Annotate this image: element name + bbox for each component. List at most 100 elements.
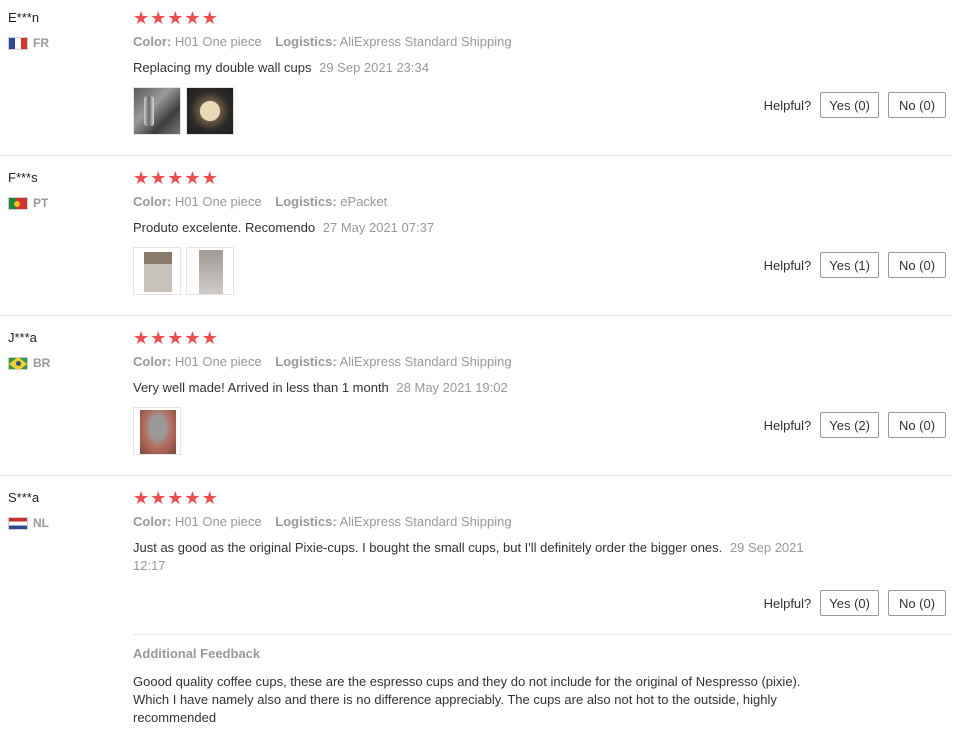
review-photo-thumbnail[interactable]: [186, 247, 234, 295]
review-meta: Color: H01 One piece Logistics: AliExpre…: [133, 514, 522, 529]
additional-feedback-title: Additional Feedback: [133, 646, 261, 661]
country-code: BR: [33, 356, 51, 370]
netherlands-flag-icon: [8, 516, 28, 530]
star-icon: ★: [201, 8, 218, 28]
star-icon: ★: [133, 328, 150, 348]
color-value: H01 One piece: [174, 34, 262, 49]
review-text: Produto excelente. Recomendo 27 May 2021…: [133, 219, 833, 237]
france-flag-icon: [8, 36, 28, 50]
star-icon: ★: [133, 488, 150, 508]
review-photos: [133, 407, 181, 455]
star-icon: ★: [133, 8, 150, 28]
logistics-label: Logistics:: [275, 514, 337, 529]
review-photo-thumbnail[interactable]: [133, 407, 181, 455]
review-text: Replacing my double wall cups 29 Sep 202…: [133, 59, 833, 77]
helpful-vote: Helpful? Yes (1) No (0): [764, 252, 946, 278]
helpful-no-button[interactable]: No (0): [888, 92, 946, 118]
review-date: 27 May 2021 07:37: [322, 220, 435, 235]
star-icon: ★: [167, 168, 184, 188]
review-text: Very well made! Arrived in less than 1 m…: [133, 379, 833, 397]
review-item: F***s PT ★ ★ ★ ★ ★ Color: H01 One piece …: [0, 160, 952, 316]
review-body: Replacing my double wall cups: [133, 60, 312, 75]
color-value: H01 One piece: [174, 194, 262, 209]
review-date: 28 May 2021 19:02: [396, 380, 508, 395]
star-icon: ★: [150, 328, 167, 348]
review-item: E***n FR ★ ★ ★ ★ ★ Color: H01 One piece …: [0, 0, 952, 156]
reviewer-name: E***n: [8, 10, 40, 25]
review-item: J***a BR ★ ★ ★ ★ ★ Color: H01 One piece …: [0, 320, 952, 476]
review-meta: Color: H01 One piece Logistics: AliExpre…: [133, 34, 522, 49]
star-icon: ★: [184, 488, 201, 508]
star-icon: ★: [184, 328, 201, 348]
review-photos: [133, 247, 234, 295]
star-icon: ★: [201, 328, 218, 348]
review-photos: [133, 87, 234, 135]
star-icon: ★: [150, 168, 167, 188]
helpful-yes-button[interactable]: Yes (0): [820, 590, 879, 616]
color-label: Color:: [133, 514, 172, 529]
star-rating: ★ ★ ★ ★ ★: [133, 8, 218, 28]
logistics-value: ePacket: [340, 194, 388, 209]
helpful-vote: Helpful? Yes (0) No (0): [764, 590, 946, 616]
review-meta: Color: H01 One piece Logistics: AliExpre…: [133, 354, 522, 369]
country-code: PT: [33, 196, 49, 210]
helpful-no-button[interactable]: No (0): [888, 590, 946, 616]
star-icon: ★: [167, 8, 184, 28]
review-body: Produto excelente. Recomendo: [133, 220, 316, 235]
helpful-label: Helpful?: [763, 595, 812, 611]
additional-feedback-text: Goood quality coffee cups, these are the…: [133, 674, 801, 725]
star-icon: ★: [184, 168, 201, 188]
star-icon: ★: [133, 168, 150, 188]
reviewer-name: F***s: [8, 170, 38, 185]
star-rating: ★ ★ ★ ★ ★: [133, 168, 218, 188]
reviewer-name: S***a: [8, 490, 40, 505]
color-value: H01 One piece: [174, 354, 262, 369]
country-code: FR: [33, 36, 49, 50]
helpful-no-button[interactable]: No (0): [888, 252, 946, 278]
star-icon: ★: [150, 8, 167, 28]
color-label: Color:: [133, 34, 172, 49]
helpful-label: Helpful?: [763, 417, 812, 433]
color-label: Color:: [133, 194, 172, 209]
review-text: Just as good as the original Pixie-cups.…: [133, 539, 833, 575]
review-photo-thumbnail[interactable]: [133, 87, 181, 135]
helpful-yes-button[interactable]: Yes (1): [820, 252, 879, 278]
reviewer-country: PT: [8, 196, 48, 210]
star-icon: ★: [167, 328, 184, 348]
helpful-label: Helpful?: [763, 97, 812, 113]
reviewer-country: FR: [8, 36, 49, 50]
helpful-vote: Helpful? Yes (0) No (0): [764, 92, 946, 118]
additional-feedback-divider: [133, 634, 952, 635]
reviewer-country: BR: [8, 356, 50, 370]
star-rating: ★ ★ ★ ★ ★: [133, 488, 218, 508]
color-label: Color:: [133, 354, 172, 369]
logistics-value: AliExpress Standard Shipping: [339, 34, 512, 49]
star-icon: ★: [184, 8, 201, 28]
review-date: 29 Sep 2021 23:34: [319, 60, 429, 75]
helpful-yes-button[interactable]: Yes (2): [820, 412, 879, 438]
color-value: H01 One piece: [174, 514, 262, 529]
logistics-label: Logistics:: [275, 34, 337, 49]
review-body: Just as good as the original Pixie-cups.…: [133, 540, 723, 555]
logistics-label: Logistics:: [275, 354, 337, 369]
country-code: NL: [33, 516, 49, 530]
helpful-label: Helpful?: [763, 257, 812, 273]
brazil-flag-icon: [8, 356, 28, 370]
star-icon: ★: [201, 168, 218, 188]
helpful-vote: Helpful? Yes (2) No (0): [764, 412, 946, 438]
helpful-no-button[interactable]: No (0): [888, 412, 946, 438]
star-icon: ★: [201, 488, 218, 508]
reviewer-country: NL: [8, 516, 49, 530]
star-icon: ★: [167, 488, 184, 508]
reviewer-name: J***a: [8, 330, 37, 345]
review-photo-thumbnail[interactable]: [186, 87, 234, 135]
review-meta: Color: H01 One piece Logistics: ePacket: [133, 194, 397, 209]
star-icon: ★: [150, 488, 167, 508]
logistics-value: AliExpress Standard Shipping: [339, 514, 512, 529]
portugal-flag-icon: [8, 196, 28, 210]
helpful-yes-button[interactable]: Yes (0): [820, 92, 879, 118]
review-photo-thumbnail[interactable]: [133, 247, 181, 295]
review-body: Very well made! Arrived in less than 1 m…: [133, 380, 389, 395]
logistics-label: Logistics:: [275, 194, 337, 209]
star-rating: ★ ★ ★ ★ ★: [133, 328, 218, 348]
